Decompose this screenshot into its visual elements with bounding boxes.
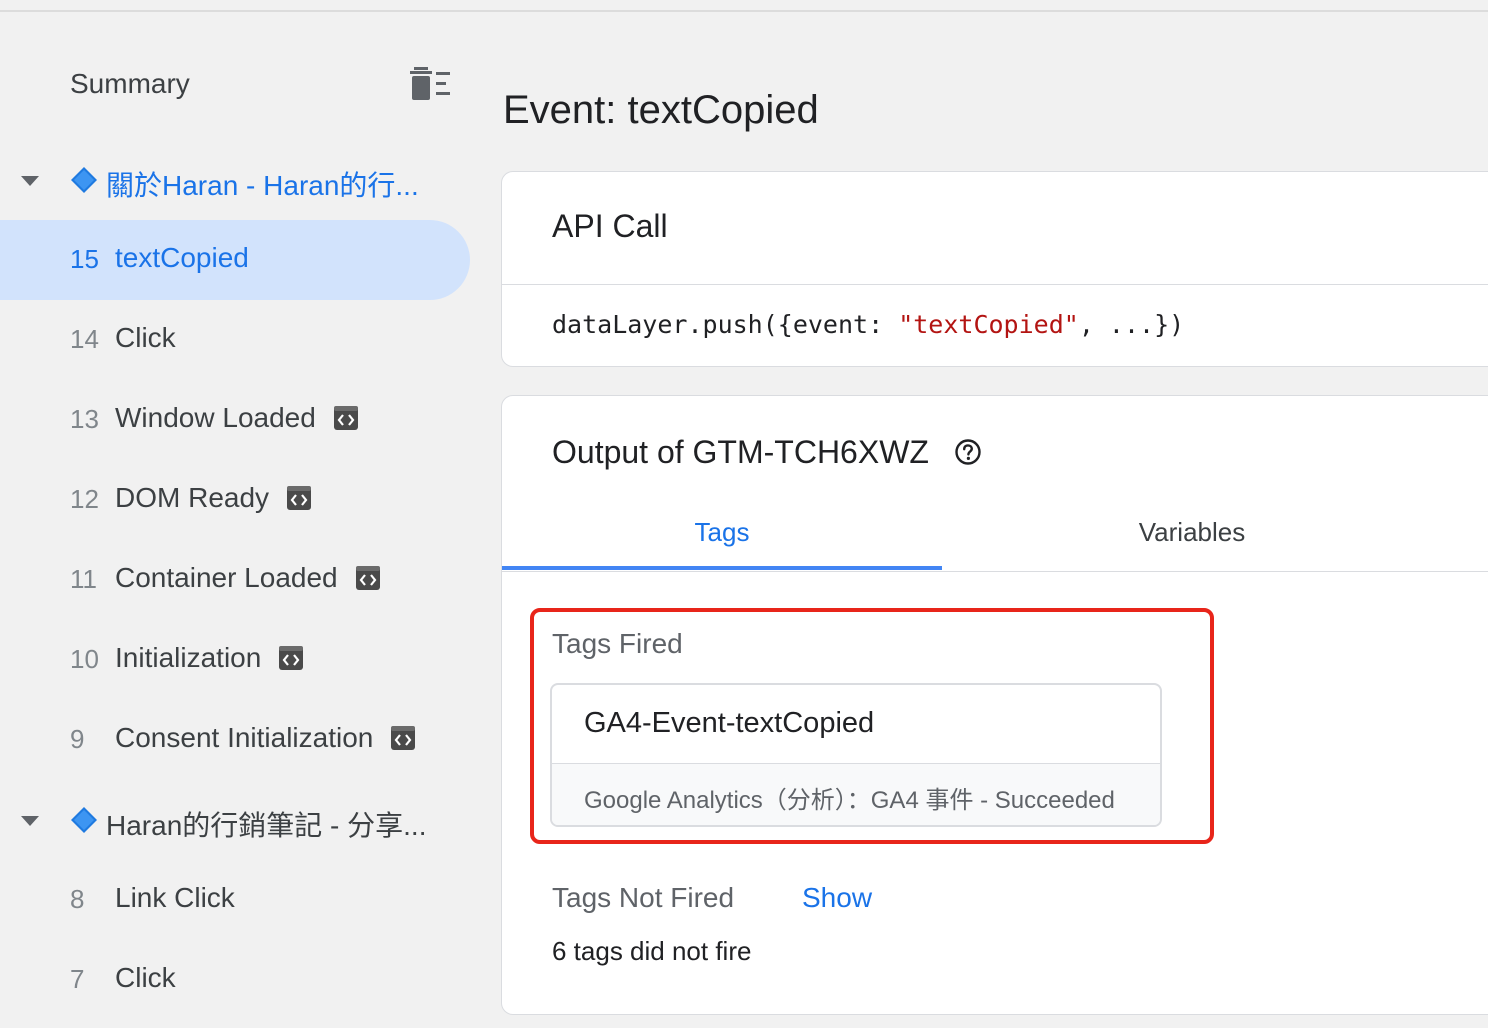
event-label: Consent Initialization — [115, 722, 416, 754]
event-number: 15 — [70, 244, 99, 274]
code-brackets-icon — [279, 645, 304, 670]
active-tab-indicator — [502, 566, 942, 570]
sidebar-group-label: Haran的行銷筆記 - 分享... — [106, 810, 427, 841]
output-card: Output of GTM-TCH6XWZ Tags Variables Tag… — [501, 395, 1488, 1015]
code-prefix: dataLayer.push({event: — [552, 310, 899, 339]
fired-tag-card[interactable]: GA4-Event-textCopied Google Analytics（分析… — [550, 683, 1162, 827]
blue-diamond-icon — [71, 167, 97, 193]
code-brackets-icon — [287, 485, 312, 510]
sidebar: Summary 關於Haran - Haran的行... 15 textCopi… — [0, 12, 480, 1028]
event-label: Container Loaded — [115, 562, 380, 594]
delete-list-icon[interactable] — [408, 64, 452, 104]
tabs-divider — [502, 571, 1488, 572]
sidebar-event-15[interactable]: 15 textCopied — [0, 220, 470, 300]
tab-variables[interactable]: Variables — [972, 506, 1412, 570]
caret-down-icon[interactable] — [20, 814, 40, 828]
event-label: Window Loaded — [115, 402, 358, 434]
sidebar-event-13[interactable]: 13 Window Loaded — [0, 380, 470, 460]
sidebar-event-8[interactable]: 8 Link Click — [0, 860, 470, 940]
code-brackets-icon — [333, 405, 358, 430]
code-suffix: , ...}) — [1078, 310, 1185, 339]
sidebar-event-14[interactable]: 14 Click — [0, 300, 470, 380]
event-number: 8 — [70, 884, 85, 914]
output-title: Output of GTM-TCH6XWZ — [552, 434, 929, 470]
sidebar-group-2[interactable]: Haran的行銷筆記 - 分享... — [0, 792, 480, 852]
event-label-text: Container Loaded — [115, 562, 338, 593]
sidebar-event-9[interactable]: 9 Consent Initialization — [0, 700, 470, 780]
event-label: DOM Ready — [115, 482, 312, 514]
event-number: 10 — [70, 644, 99, 674]
show-not-fired-link[interactable]: Show — [802, 882, 872, 914]
sidebar-event-11[interactable]: 11 Container Loaded — [0, 540, 470, 620]
event-number: 13 — [70, 404, 99, 434]
card-divider — [502, 284, 1488, 285]
summary-label: Summary — [70, 68, 190, 99]
api-call-title: API Call — [552, 208, 668, 244]
sidebar-event-12[interactable]: 12 DOM Ready — [0, 460, 470, 540]
event-label: Click — [115, 962, 176, 993]
sidebar-group-1[interactable]: 關於Haran - Haran的行... — [0, 152, 480, 212]
sidebar-event-10[interactable]: 10 Initialization — [0, 620, 470, 700]
page-title: Event: textCopied — [503, 88, 819, 132]
tags-fired-label: Tags Fired — [552, 628, 683, 659]
event-number: 14 — [70, 324, 99, 354]
event-label-text: Initialization — [115, 642, 262, 673]
code-brackets-icon — [391, 725, 416, 750]
event-label: Link Click — [115, 882, 235, 913]
api-call-code: dataLayer.push({event: "textCopied", ...… — [552, 310, 1184, 339]
caret-down-icon[interactable] — [20, 174, 40, 188]
not-fired-count: 6 tags did not fire — [552, 936, 752, 966]
event-number: 7 — [70, 964, 85, 994]
event-number: 9 — [70, 724, 85, 754]
summary-row[interactable]: Summary — [0, 56, 480, 116]
sidebar-event-7[interactable]: 7 Click — [0, 940, 470, 1020]
api-call-card: API Call dataLayer.push({event: "textCop… — [501, 171, 1488, 367]
event-label-text: Window Loaded — [115, 402, 316, 433]
blue-diamond-icon — [71, 807, 97, 833]
event-label-text: DOM Ready — [115, 482, 270, 513]
tag-name: GA4-Event-textCopied — [584, 707, 875, 739]
tab-tags[interactable]: Tags — [502, 506, 942, 570]
event-label-text: Consent Initialization — [115, 722, 374, 753]
tag-footer: Google Analytics（分析）：GA4 事件 - Succeeded — [552, 764, 1160, 825]
tag-status: Google Analytics（分析）：GA4 事件 - Succeeded — [584, 787, 1115, 814]
event-label: Click — [115, 322, 176, 353]
code-brackets-icon — [355, 565, 380, 590]
code-string: "textCopied" — [898, 310, 1079, 339]
event-label: textCopied — [115, 242, 249, 273]
tags-not-fired-label: Tags Not Fired — [552, 882, 735, 913]
sidebar-group-label: 關於Haran - Haran的行... — [106, 170, 419, 201]
event-number: 11 — [70, 564, 97, 594]
event-number: 12 — [70, 484, 99, 514]
help-circle-icon[interactable] — [954, 438, 982, 466]
event-label: Initialization — [115, 642, 304, 674]
